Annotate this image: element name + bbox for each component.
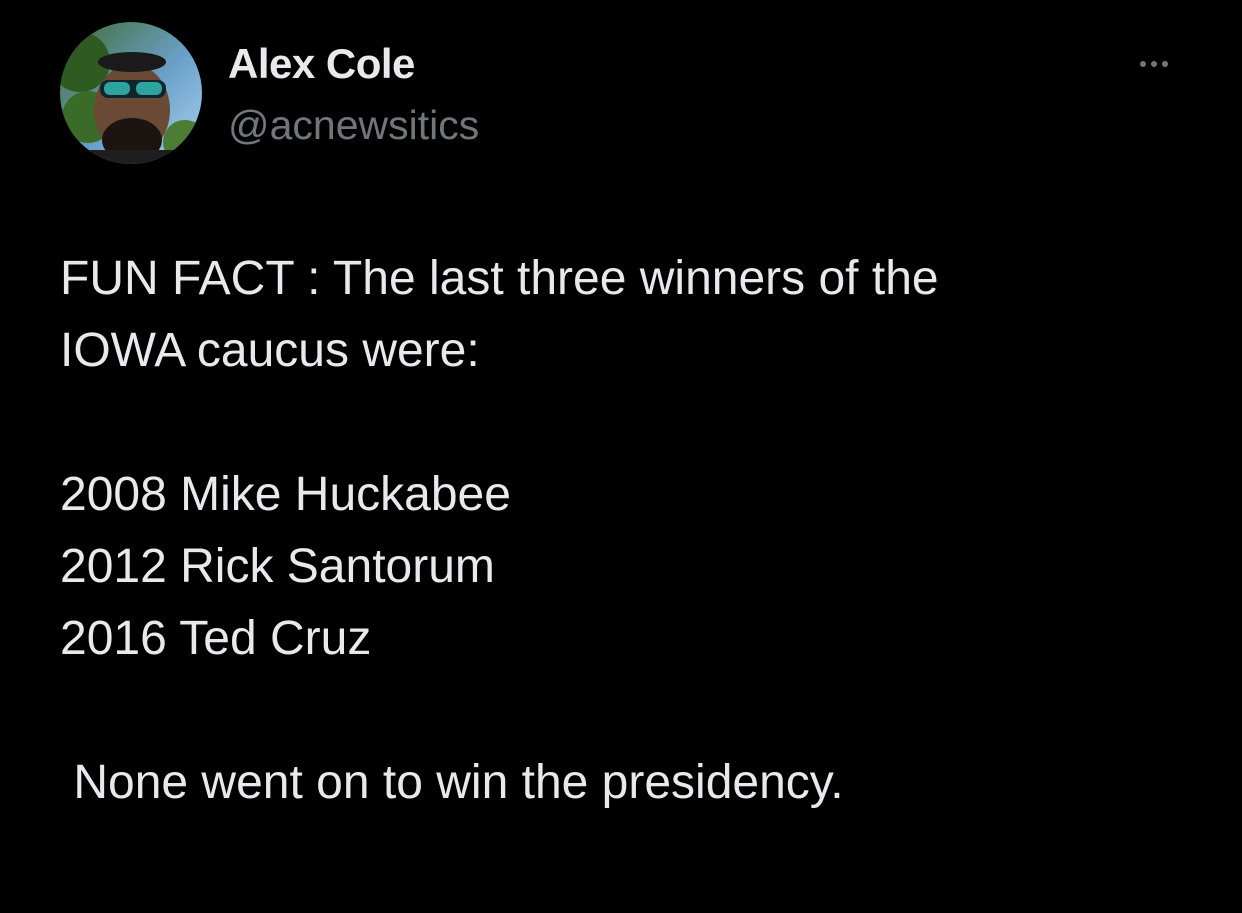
tweet-text: FUN FACT : The last three winners of the… [60,243,1200,819]
tweet-closing-line: None went on to win the presidency. [60,756,844,809]
more-horizontal-icon [1140,61,1168,67]
tweet-card: Alex Cole @acnewsitics FUN FACT : The la… [0,0,1242,913]
winner-line: 2016 Ted Cruz [60,612,372,665]
avatar[interactable] [60,22,202,164]
avatar-photo [60,22,202,164]
author-display-name[interactable]: Alex Cole [228,40,415,88]
winner-line: 2008 Mike Huckabee [60,468,511,521]
more-options-button[interactable] [1126,50,1182,78]
author-handle[interactable]: @acnewsitics [228,102,479,149]
tweet-line: IOWA caucus were: [60,324,480,377]
tweet-line: FUN FACT : The last three winners of the [60,252,939,305]
winner-line: 2012 Rick Santorum [60,540,495,593]
